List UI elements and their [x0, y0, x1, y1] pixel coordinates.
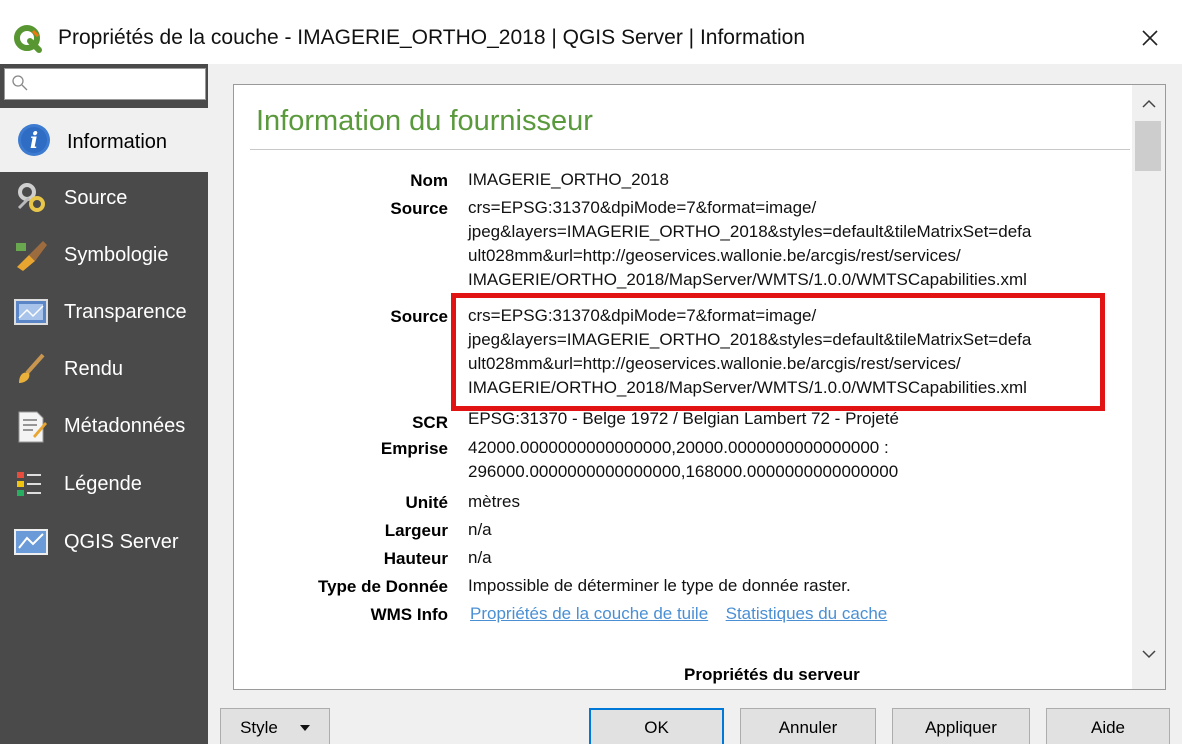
- source-line: ult028mm&url=http://geoservices.wallonie…: [468, 246, 961, 265]
- nom-value: IMAGERIE_ORTHO_2018: [468, 170, 669, 189]
- ok-button[interactable]: OK: [589, 708, 724, 744]
- legend-icon: [12, 465, 50, 503]
- sidebar-item-label: Source: [64, 186, 128, 209]
- style-dropdown-button[interactable]: Style: [220, 708, 330, 744]
- apply-button[interactable]: Appliquer: [892, 708, 1030, 744]
- sidebar-item-qgis-server[interactable]: QGIS Server: [0, 514, 208, 570]
- sidebar-item-information[interactable]: i Information: [0, 108, 208, 172]
- source-label: Source: [390, 307, 448, 326]
- server-properties-title: Propriétés du serveur: [684, 665, 860, 684]
- hauteur-label: Hauteur: [383, 549, 448, 568]
- sidebar-item-label: Rendu: [64, 357, 123, 380]
- unite-label: Unité: [405, 493, 449, 512]
- hauteur-value: n/a: [468, 548, 492, 567]
- sidebar-item-metadonnees[interactable]: Métadonnées: [0, 398, 208, 454]
- symbology-icon: [12, 236, 50, 274]
- emprise-line: 42000.0000000000000000,20000.00000000000…: [468, 438, 889, 457]
- scr-label: SCR: [412, 413, 448, 432]
- sidebar-item-label: QGIS Server: [64, 530, 179, 553]
- largeur-value: n/a: [468, 520, 492, 539]
- nom-label: Nom: [410, 171, 448, 190]
- title-bar: Propriétés de la couche - IMAGERIE_ORTHO…: [0, 0, 1182, 64]
- qgis-server-icon: [12, 523, 50, 561]
- sidebar-item-label: Symbologie: [64, 243, 169, 266]
- transparency-icon: [12, 293, 50, 331]
- tile-layer-properties-link[interactable]: Propriétés de la couche de tuile: [470, 604, 708, 623]
- panel-heading: Information du fournisseur: [256, 105, 593, 137]
- emprise-value: 42000.0000000000000000,20000.00000000000…: [468, 436, 898, 484]
- unite-value: mètres: [468, 492, 520, 511]
- information-panel: Information du fournisseur Nom IMAGERIE_…: [233, 84, 1166, 690]
- heading-divider: [250, 149, 1130, 150]
- source-line: ult028mm&url=http://geoservices.wallonie…: [468, 354, 961, 373]
- metadata-icon: [12, 407, 50, 445]
- info-icon: i: [15, 121, 53, 159]
- source-line: jpeg&layers=IMAGERIE_ORTHO_2018&styles=d…: [468, 222, 1032, 241]
- sidebar-item-label: Métadonnées: [64, 414, 186, 437]
- source-value-highlighted: crs=EPSG:31370&dpiMode=7&format=image/ j…: [468, 304, 1031, 400]
- sidebar-item-legende[interactable]: Légende: [0, 456, 208, 512]
- sidebar-item-transparence[interactable]: Transparence: [0, 284, 208, 340]
- sidebar-item-label: Information: [67, 130, 168, 153]
- wms-info-label: WMS Info: [370, 605, 448, 624]
- sidebar-search-input[interactable]: [4, 68, 206, 100]
- style-button-label: Style: [240, 718, 278, 737]
- source-line: IMAGERIE/ORTHO_2018/MapServer/WMTS/1.0.0…: [468, 270, 1027, 289]
- close-icon[interactable]: [1130, 18, 1170, 58]
- source-value: crs=EPSG:31370&dpiMode=7&format=image/ j…: [468, 196, 1031, 292]
- source-icon: [12, 179, 50, 217]
- cache-statistics-link[interactable]: Statistiques du cache: [726, 604, 888, 623]
- cancel-button[interactable]: Annuler: [740, 708, 876, 744]
- source-label: Source: [390, 199, 448, 218]
- sidebar-item-label: Transparence: [64, 300, 187, 323]
- emprise-line: 296000.0000000000000000,168000.000000000…: [468, 462, 899, 481]
- window-title: Propriétés de la couche - IMAGERIE_ORTHO…: [58, 26, 805, 49]
- chevron-down-icon: [299, 725, 310, 731]
- wms-info-links: Propriétés de la couche de tuile Statist…: [470, 602, 887, 626]
- sidebar-item-source[interactable]: Source: [0, 170, 208, 226]
- rendering-icon: [12, 350, 50, 388]
- vertical-scrollbar[interactable]: [1132, 85, 1165, 689]
- source-line: crs=EPSG:31370&dpiMode=7&format=image/: [468, 306, 817, 325]
- scr-value: EPSG:31370 - Belge 1972 / Belgian Lamber…: [468, 409, 899, 428]
- sidebar-item-symbologie[interactable]: Symbologie: [0, 227, 208, 283]
- scroll-up-icon[interactable]: [1132, 89, 1165, 119]
- sidebar-item-rendu[interactable]: Rendu: [0, 341, 208, 397]
- type-value: Impossible de déterminer le type de donn…: [468, 576, 851, 595]
- search-icon: [12, 75, 28, 91]
- type-label: Type de Donnée: [317, 577, 448, 596]
- scrollbar-thumb[interactable]: [1135, 121, 1161, 171]
- sidebar: i Information Source Symbologie Transpar…: [0, 64, 208, 744]
- largeur-label: Largeur: [384, 521, 448, 540]
- scroll-down-icon[interactable]: [1132, 639, 1165, 669]
- source-line: IMAGERIE/ORTHO_2018/MapServer/WMTS/1.0.0…: [468, 378, 1027, 397]
- sidebar-item-label: Légende: [64, 472, 142, 495]
- emprise-label: Emprise: [380, 439, 448, 458]
- qgis-logo-icon: [14, 25, 42, 53]
- svg-text:i: i: [30, 128, 38, 154]
- help-button[interactable]: Aide: [1046, 708, 1170, 744]
- source-line: jpeg&layers=IMAGERIE_ORTHO_2018&styles=d…: [468, 330, 1032, 349]
- source-line: crs=EPSG:31370&dpiMode=7&format=image/: [468, 198, 817, 217]
